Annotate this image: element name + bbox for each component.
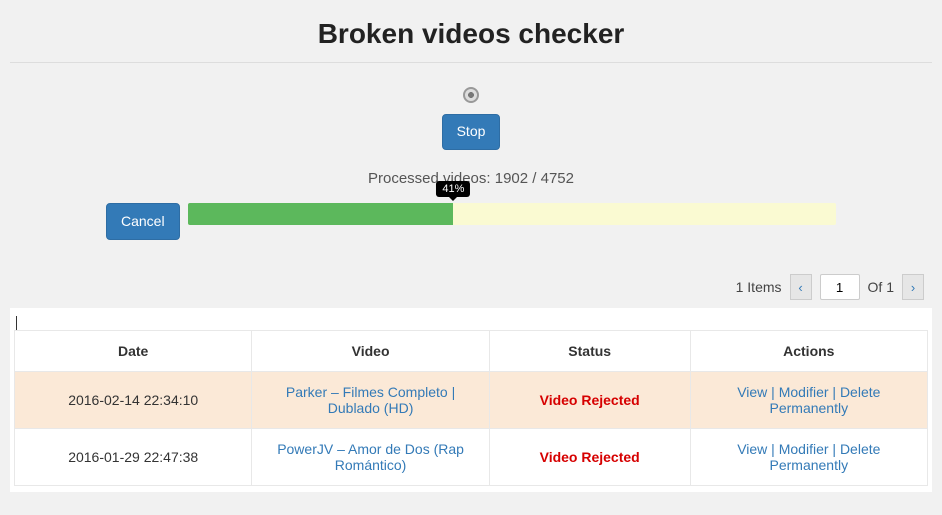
progress-tooltip: 41% [436, 181, 470, 197]
cell-actions: View | Modifier | Delete Permanently [690, 429, 927, 486]
pagination-next-button[interactable]: › [902, 274, 924, 300]
video-link[interactable]: PowerJV – Amor de Dos (Rap Romántico) [277, 441, 464, 473]
action-separator: | [829, 441, 840, 457]
stop-button[interactable]: Stop [442, 114, 501, 150]
th-actions: Actions [690, 331, 927, 372]
processed-counter: Processed videos: 1902 / 4752 [10, 170, 932, 187]
cell-date: 2016-01-29 22:47:38 [15, 429, 252, 486]
progress-fill [188, 203, 454, 225]
progress-bar: 41% [188, 203, 836, 225]
action-separator: | [767, 441, 778, 457]
action-separator: | [829, 384, 840, 400]
pagination: 1 Items ‹ Of 1 › [10, 270, 932, 308]
th-date: Date [15, 331, 252, 372]
cell-status: Video Rejected [489, 429, 690, 486]
video-link[interactable]: Parker – Filmes Completo | Dublado (HD) [286, 384, 455, 416]
page-title: Broken videos checker [10, 18, 932, 50]
view-link[interactable]: View [737, 441, 767, 457]
cell-video: Parker – Filmes Completo | Dublado (HD) [252, 372, 489, 429]
text-caret [16, 316, 17, 330]
view-link[interactable]: View [737, 384, 767, 400]
cell-actions: View | Modifier | Delete Permanently [690, 372, 927, 429]
action-separator: | [767, 384, 778, 400]
cell-status: Video Rejected [489, 372, 690, 429]
table-row: 2016-01-29 22:47:38 PowerJV – Amor de Dos… [15, 429, 928, 486]
edit-link[interactable]: Modifier [779, 384, 829, 400]
results-table: Date Video Status Actions 2016-02-14 22:… [14, 330, 928, 486]
table-row: 2016-02-14 22:34:10 Parker – Filmes Compl… [15, 372, 928, 429]
status-badge: Video Rejected [540, 392, 640, 408]
spinner-icon [463, 87, 479, 103]
pagination-prev-button[interactable]: ‹ [790, 274, 812, 300]
pagination-page-input[interactable] [820, 274, 860, 300]
cell-video: PowerJV – Amor de Dos (Rap Romántico) [252, 429, 489, 486]
edit-link[interactable]: Modifier [779, 441, 829, 457]
pagination-of-label: Of 1 [868, 279, 894, 295]
status-badge: Video Rejected [540, 449, 640, 465]
pagination-items-count: 1 Items [736, 279, 782, 295]
cancel-button[interactable]: Cancel [106, 203, 180, 241]
cell-date: 2016-02-14 22:34:10 [15, 372, 252, 429]
divider [10, 62, 932, 63]
th-status: Status [489, 331, 690, 372]
th-video: Video [252, 331, 489, 372]
